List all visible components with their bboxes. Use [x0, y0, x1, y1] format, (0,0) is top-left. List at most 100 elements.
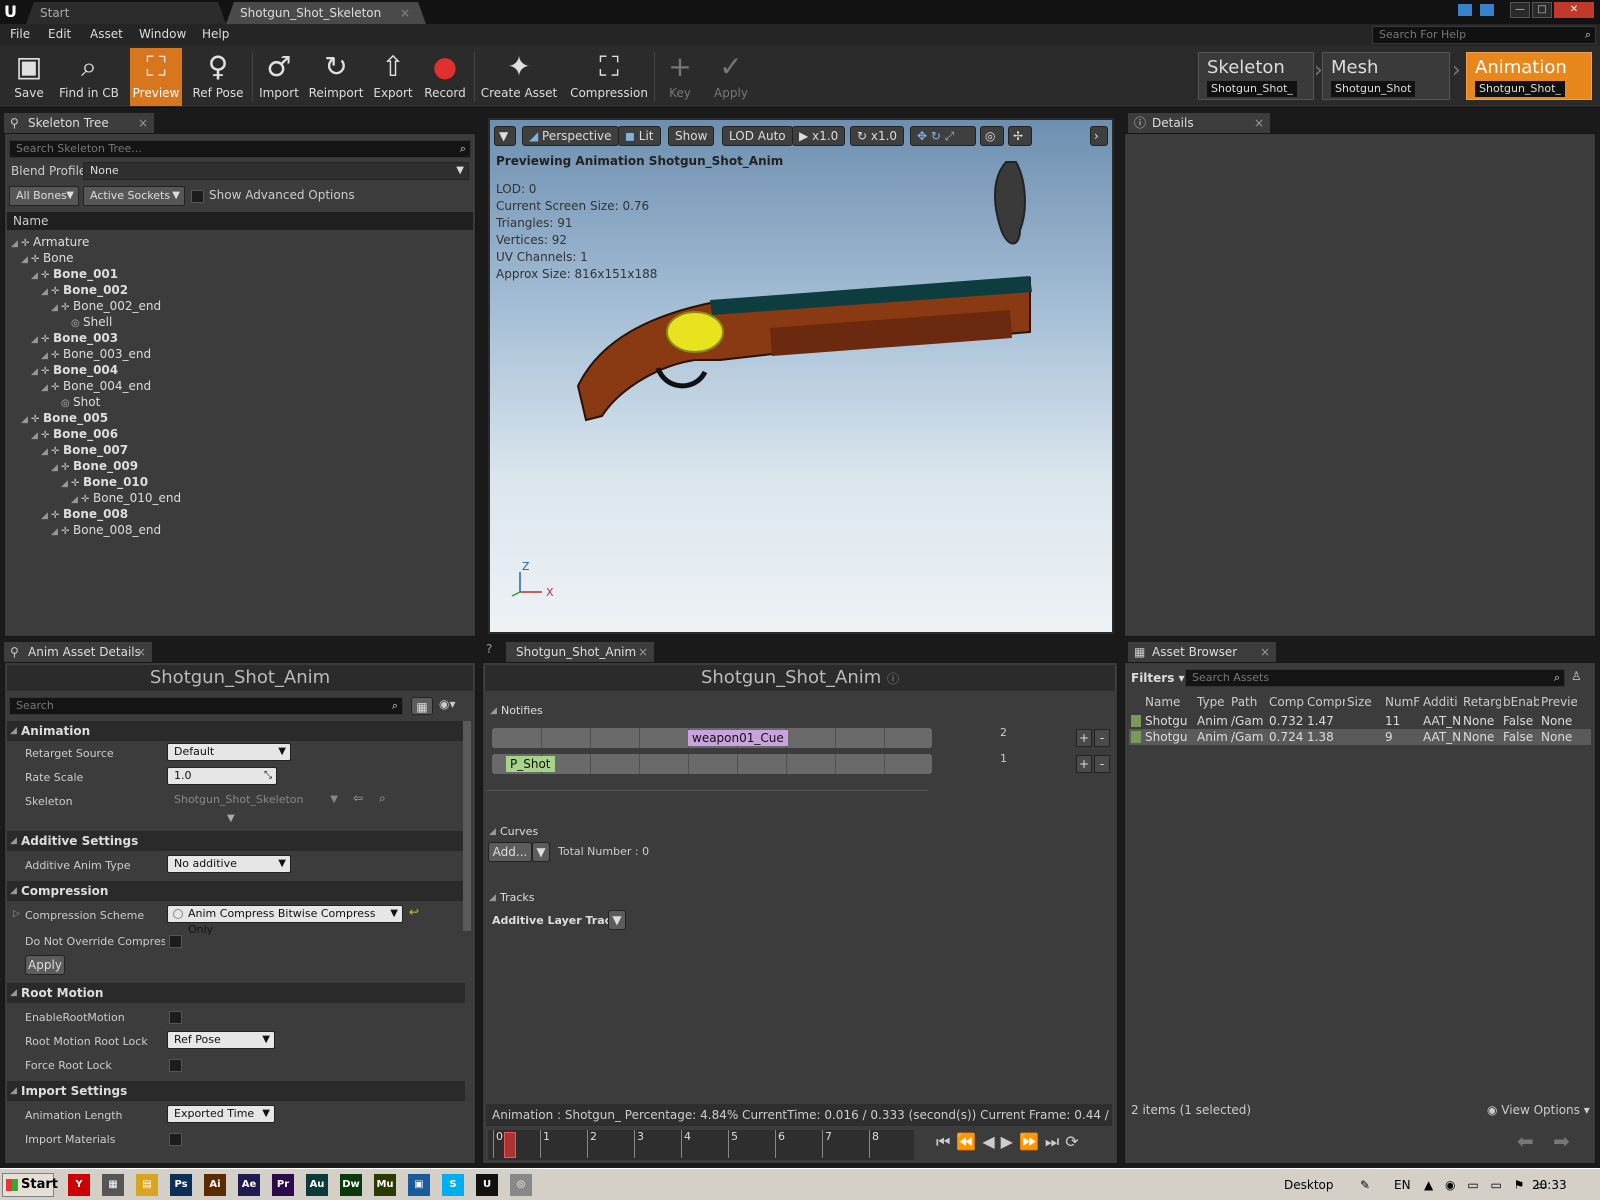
play-reverse-icon[interactable]: ◀ — [982, 1132, 1000, 1151]
save-button[interactable]: ▣ Save — [4, 48, 54, 106]
taskbar-app-icon[interactable]: Pr — [272, 1174, 294, 1196]
column-header[interactable]: Name — [1145, 695, 1195, 709]
unreal-logo-icon[interactable]: U — [4, 3, 22, 21]
table-row[interactable]: Shotgu Anim/Gam 0.732 1.47 11 AAT_N None False N… — [1129, 713, 1591, 729]
add-curve-dropdown[interactable]: ▼ — [532, 842, 550, 862]
arrow-left-icon[interactable]: ⇦ — [353, 791, 363, 805]
view-options-button[interactable]: ◉ View Options ▾ — [1487, 1103, 1590, 1117]
tree-item[interactable]: ◢ ✛ Bone_002 — [11, 282, 128, 298]
section-curves[interactable]: ◢ Curves — [486, 822, 686, 842]
add-notify-track-button[interactable]: + — [1076, 755, 1092, 773]
scrollbar[interactable] — [463, 721, 471, 931]
compression-button[interactable]: ⛶ Compression — [570, 48, 648, 106]
menu-help[interactable]: Help — [202, 27, 229, 41]
tree-item[interactable]: ◢ ✛ Bone_008 — [11, 506, 128, 522]
close-icon[interactable]: × — [138, 113, 148, 133]
step-back-icon[interactable]: ⏪ — [956, 1132, 982, 1151]
tree-item[interactable]: ◢ ✛ Bone_003 — [11, 330, 118, 346]
show-advanced-checkbox[interactable] — [191, 190, 204, 203]
section-import[interactable]: ◢ Import Settings — [7, 1081, 465, 1101]
tray-icon[interactable]: ✎ — [1360, 1178, 1370, 1192]
additive-layer-dropdown[interactable]: ▼ — [608, 910, 626, 930]
tree-item[interactable]: ◢ ✛ Bone_005 — [11, 410, 108, 426]
section-compression[interactable]: ◢ Compression — [7, 881, 465, 901]
mode-skeleton-asset[interactable]: Shotgun_Shot_ — [1207, 81, 1297, 97]
taskbar-app-icon[interactable]: S — [442, 1174, 464, 1196]
menu-file[interactable]: File — [10, 27, 30, 41]
scrub-bar[interactable] — [488, 1130, 914, 1160]
tree-item[interactable]: ◢ ✛ Bone_003_end — [11, 346, 151, 362]
notify-track[interactable]: P_Shot — [492, 754, 932, 774]
tab-details[interactable]: ⓘ Details × — [1128, 113, 1270, 133]
skeleton-dropdown[interactable]: Shotgun_Shot_Skeleton ▼ — [167, 791, 343, 809]
desktop-toolbar[interactable]: Desktop — [1284, 1178, 1334, 1192]
enable-root-motion-checkbox[interactable] — [169, 1011, 182, 1024]
table-row[interactable]: Shotgu Anim/Gam 0.724 1.38 9 AAT_N None False No… — [1129, 729, 1591, 745]
blend-profile-dropdown[interactable]: None ▼ — [83, 162, 469, 180]
notify-event[interactable]: weapon01_Cue — [688, 730, 788, 746]
filters-button[interactable]: Filters ▾ — [1131, 671, 1185, 685]
tree-item[interactable]: ◢ ✛ Bone_001 — [11, 266, 118, 282]
section-root-motion[interactable]: ◢ Root Motion — [7, 983, 465, 1003]
tab-anim-asset-details[interactable]: ⚲ Anim Asset Details × — [4, 642, 152, 662]
column-header[interactable]: Compr — [1307, 695, 1345, 709]
ref-pose-button[interactable]: ♀ Ref Pose — [188, 48, 248, 106]
close-icon[interactable]: × — [1260, 642, 1270, 662]
apply-compression-button[interactable]: Apply — [25, 955, 65, 975]
mode-animation[interactable]: Animation Shotgun_Shot_ — [1466, 52, 1592, 100]
section-animation[interactable]: ◢ Animation — [7, 721, 465, 741]
help-icon[interactable]: ? — [486, 642, 492, 656]
mode-skeleton[interactable]: Skeleton Shotgun_Shot_ — [1198, 52, 1314, 100]
close-icon[interactable]: × — [638, 642, 648, 662]
reimport-button[interactable]: ↻ Reimport — [308, 48, 364, 106]
asset-search-input[interactable]: Search Assets ⌕ — [1185, 669, 1565, 687]
triangle-right-icon[interactable]: ▷ — [13, 909, 20, 919]
taskbar-app-icon[interactable]: Ai — [204, 1174, 226, 1196]
animation-length-dropdown[interactable]: Exported Time ▼ — [167, 1105, 275, 1123]
remove-notify-track-button[interactable]: - — [1094, 729, 1110, 747]
skip-end-icon[interactable]: ⏭ — [1045, 1132, 1065, 1151]
root-motion-lock-dropdown[interactable]: Ref Pose ▼ — [167, 1031, 275, 1049]
loop-icon[interactable]: ⟳ — [1065, 1132, 1084, 1151]
learn-icon[interactable] — [1480, 4, 1494, 16]
column-header[interactable]: Path — [1231, 695, 1267, 709]
column-header[interactable]: Comp — [1269, 695, 1305, 709]
taskbar-app-icon[interactable]: Y — [68, 1174, 90, 1196]
language-indicator[interactable]: EN — [1394, 1178, 1411, 1192]
tree-item[interactable]: ◢ ✛ Bone_010 — [11, 474, 148, 490]
import-button[interactable]: ♂ Import — [256, 48, 302, 106]
remove-notify-track-button[interactable]: - — [1094, 755, 1110, 773]
expand-advanced-icon[interactable]: ▼ — [227, 813, 235, 824]
taskbar-app-icon[interactable]: Dw — [340, 1174, 362, 1196]
maximize-button[interactable]: □ — [1532, 2, 1552, 18]
mode-mesh[interactable]: Mesh Shotgun_Shot — [1322, 52, 1450, 100]
table-view-icon[interactable]: ▦ — [411, 697, 433, 715]
tree-item[interactable]: ◢ ✛ Bone_007 — [11, 442, 128, 458]
all-bones-dropdown[interactable]: All Bones ▼ — [9, 186, 79, 206]
taskbar-app-icon[interactable]: Ae — [238, 1174, 260, 1196]
mode-mesh-asset[interactable]: Shotgun_Shot — [1331, 81, 1416, 97]
section-additive[interactable]: ◢ Additive Settings — [7, 831, 465, 851]
close-button[interactable]: ✕ — [1554, 2, 1594, 18]
tree-item[interactable]: ◢ ✛ Bone_009 — [11, 458, 138, 474]
skip-start-icon[interactable]: ⏮ — [936, 1132, 956, 1151]
preview-button[interactable]: ⛶ Preview — [130, 48, 182, 106]
active-sockets-dropdown[interactable]: Active Sockets ▼ — [83, 186, 185, 206]
column-header[interactable]: Additi — [1423, 695, 1461, 709]
close-icon[interactable]: × — [1254, 113, 1264, 133]
compression-scheme-dropdown[interactable]: Anim Compress Bitwise Compress Only ▼ — [167, 905, 403, 936]
import-materials-checkbox[interactable] — [169, 1133, 182, 1146]
arrow-right-icon[interactable]: ➡ — [1553, 1129, 1570, 1153]
column-header[interactable]: bEnab — [1503, 695, 1539, 709]
arrow-left-icon[interactable]: ⬅ — [1517, 1129, 1534, 1153]
tab-shotgun-shot-anim[interactable]: Shotgun_Shot_Anim × — [506, 642, 654, 662]
step-forward-icon[interactable]: ⏩ — [1019, 1132, 1045, 1151]
help-icon[interactable]: ⓘ — [887, 672, 899, 686]
menu-edit[interactable]: Edit — [48, 27, 71, 41]
record-button[interactable]: ● Record — [420, 48, 470, 106]
menu-asset[interactable]: Asset — [90, 27, 123, 41]
taskbar-app-icon[interactable]: ◎ — [510, 1174, 532, 1196]
taskbar-app-icon[interactable]: Ps — [170, 1174, 192, 1196]
tree-item[interactable]: ◢ ✛ Armature — [11, 234, 89, 250]
mode-animation-asset[interactable]: Shotgun_Shot_ — [1475, 81, 1565, 97]
